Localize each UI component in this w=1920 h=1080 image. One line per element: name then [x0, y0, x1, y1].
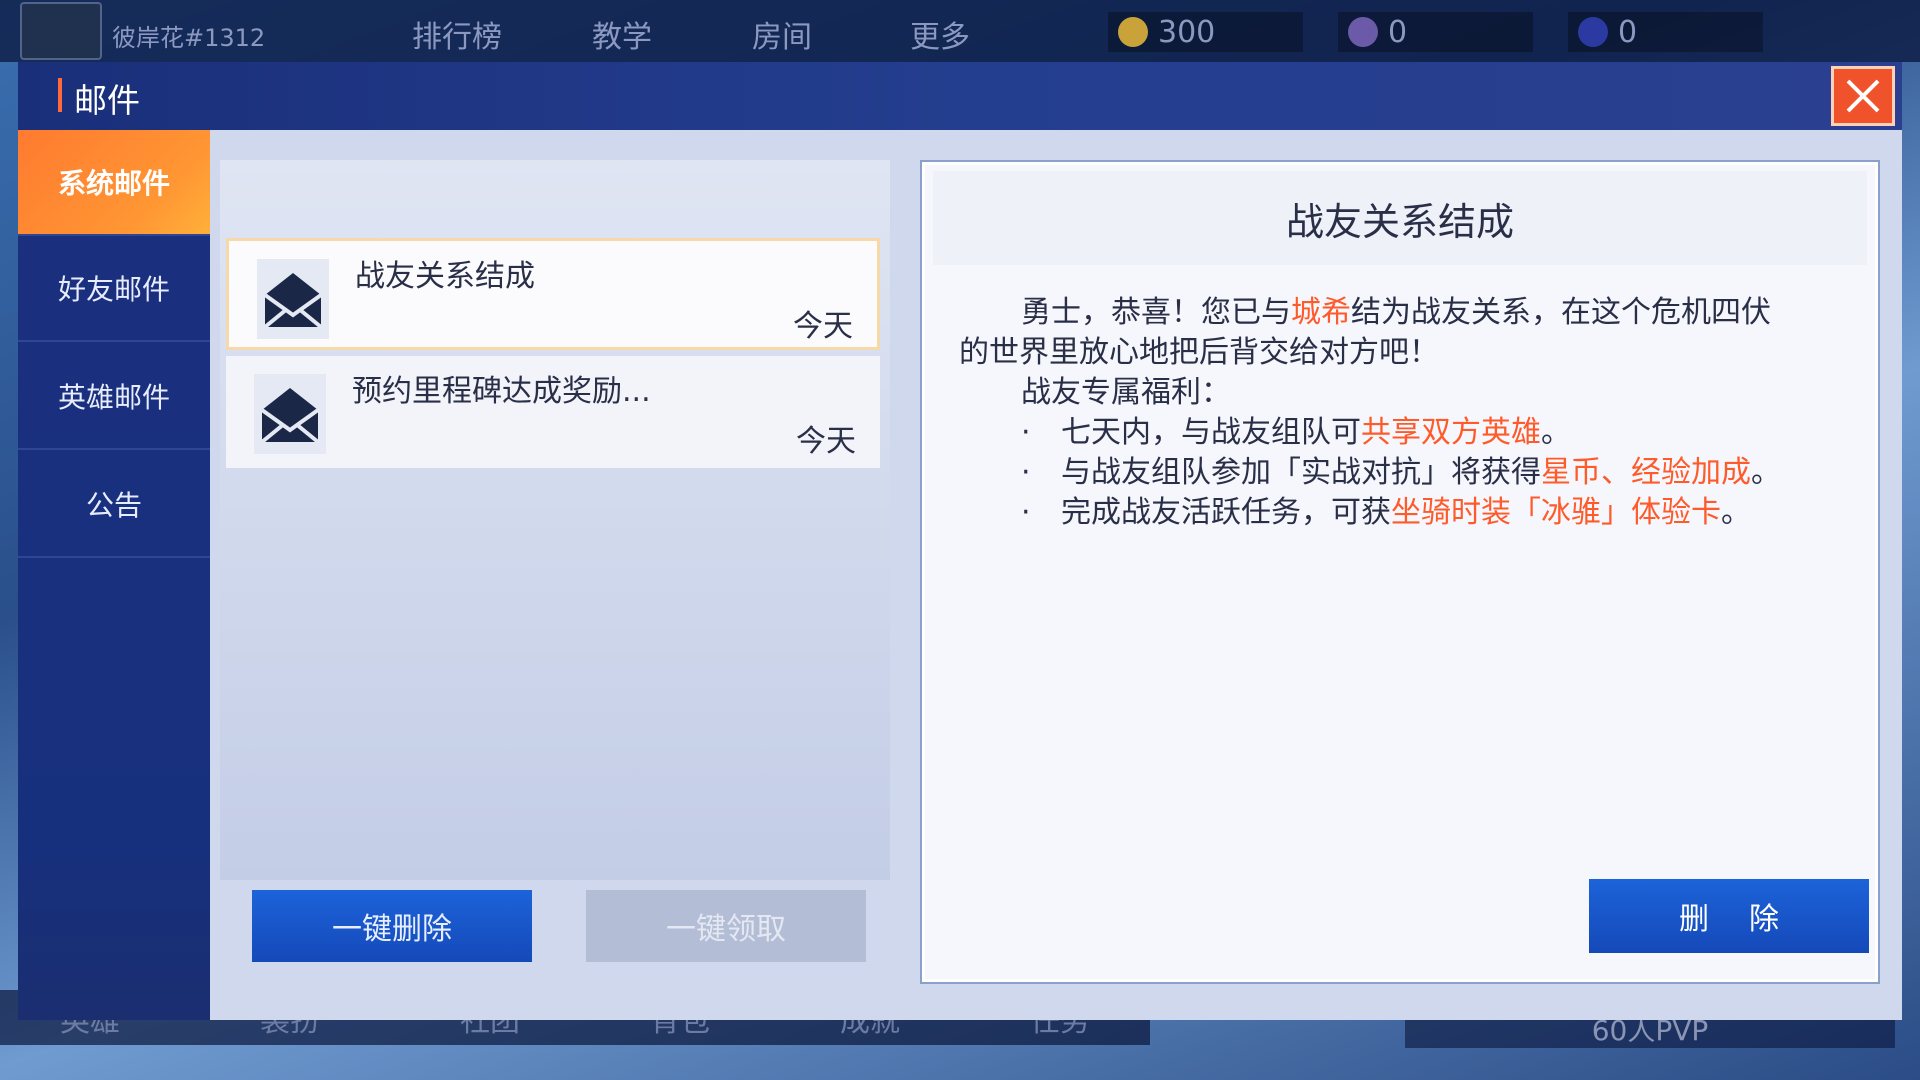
mail-subject: 预约里程碑达成奖励... [352, 374, 651, 409]
tab-system-mail[interactable]: 系统邮件 [18, 130, 210, 236]
nav-room: 房间 [752, 20, 812, 55]
tab-announcements[interactable]: 公告 [18, 452, 210, 558]
dialog-header: 邮件 [18, 62, 1902, 130]
ticket-counter: 0 [1568, 12, 1763, 52]
gem-value: 0 [1388, 14, 1408, 50]
coin-icon [1118, 17, 1148, 47]
mail-detail-body: 勇士，恭喜！您已与城希结为战友关系，在这个危机四伏 的世界里放心地把后背交给对方… [959, 293, 1849, 533]
benefit-highlight: 星币、经验加成 [1541, 455, 1751, 490]
mail-category-sidebar: 系统邮件 好友邮件 英雄邮件 公告 [18, 130, 210, 1020]
benefit-highlight: 共享双方英雄 [1361, 415, 1541, 450]
mail-subject: 战友关系结成 [355, 259, 535, 294]
benefit-text: 七天内，与战友组队可 [1061, 415, 1361, 450]
nav-rankings: 排行榜 [412, 20, 502, 55]
ticket-icon [1578, 17, 1608, 47]
nav-tutorial: 教学 [592, 20, 652, 55]
mail-dialog: 邮件 系统邮件 好友邮件 英雄邮件 公告 战友关系结成 今天 预约里程碑达成奖励… [18, 62, 1902, 1020]
delete-all-button[interactable]: 一键删除 [252, 890, 532, 962]
mail-list: 战友关系结成 今天 预约里程碑达成奖励... 今天 [220, 160, 890, 880]
mail-date: 今天 [796, 424, 856, 459]
tab-friend-mail[interactable]: 好友邮件 [18, 236, 210, 342]
benefit-text: 完成战友活跃任务，可获 [1061, 495, 1391, 530]
benefit-item: · 七天内，与战友组队可共享双方英雄。 [1021, 415, 1571, 450]
close-button[interactable] [1831, 66, 1895, 126]
delete-button[interactable]: 删除 [1589, 879, 1869, 953]
title-accent-bar [58, 78, 62, 112]
detail-text: 结为战友关系，在这个危机四伏 [1351, 295, 1771, 330]
game-top-bar: 彼岸花#1312 排行榜 教学 房间 更多 300 0 0 [0, 0, 1920, 62]
tab-hero-mail[interactable]: 英雄邮件 [18, 344, 210, 450]
coin-value: 300 [1158, 14, 1216, 50]
benefit-item: · 与战友组队参加「实战对抗」将获得星币、经验加成。 [1021, 455, 1781, 490]
mail-detail-title: 战友关系结成 [933, 171, 1867, 265]
coin-counter: 300 [1108, 12, 1303, 52]
benefit-text: 。 [1751, 455, 1781, 490]
benefit-text: 。 [1541, 415, 1571, 450]
gem-counter: 0 [1338, 12, 1533, 52]
claim-all-button[interactable]: 一键领取 [586, 890, 866, 962]
benefit-text: 。 [1721, 495, 1751, 530]
benefit-highlight: 坐骑时装「冰骓」体验卡 [1391, 495, 1721, 530]
dialog-title: 邮件 [74, 81, 140, 120]
close-icon [1846, 79, 1880, 113]
detail-paragraph-cont: 的世界里放心地把后背交给对方吧！ [959, 335, 1439, 370]
envelope-icon [254, 374, 326, 454]
mail-list-item[interactable]: 战友关系结成 今天 [226, 238, 880, 350]
gem-icon [1348, 17, 1378, 47]
benefits-heading: 战友专属福利： [1021, 375, 1231, 410]
player-name: 彼岸花#1312 [112, 24, 266, 52]
mail-detail-panel: 战友关系结成 勇士，恭喜！您已与城希结为战友关系，在这个危机四伏 的世界里放心地… [922, 162, 1878, 982]
ticket-value: 0 [1618, 14, 1638, 50]
detail-paragraph: 勇士，恭喜！您已与城希结为战友关系，在这个危机四伏 [959, 293, 1849, 333]
benefit-item: · 完成战友活跃任务，可获坐骑时装「冰骓」体验卡。 [1021, 495, 1751, 530]
detail-text: 勇士，恭喜！您已与 [1021, 295, 1291, 330]
nav-more: 更多 [910, 20, 970, 55]
friend-name: 城希 [1291, 295, 1351, 330]
mail-list-item[interactable]: 预约里程碑达成奖励... 今天 [226, 356, 880, 468]
envelope-icon [257, 259, 329, 339]
player-avatar [20, 2, 102, 60]
mail-date: 今天 [793, 309, 853, 344]
benefit-text: 与战友组队参加「实战对抗」将获得 [1061, 455, 1541, 490]
